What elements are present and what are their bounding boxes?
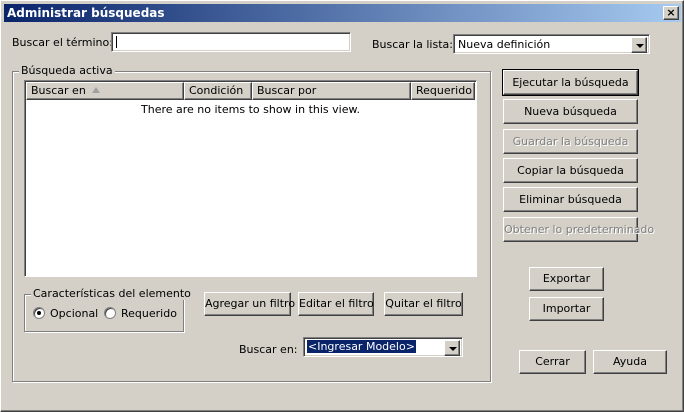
radio-required[interactable] bbox=[104, 307, 116, 319]
chevron-down-icon[interactable] bbox=[631, 37, 647, 53]
element-features-legend: Características del elemento bbox=[31, 287, 193, 300]
empty-list-message: There are no items to show in this view. bbox=[141, 103, 360, 116]
column-label: Buscar por bbox=[257, 84, 317, 97]
criteria-list[interactable]: Buscar en Condición Buscar por Requerido… bbox=[24, 80, 477, 277]
active-search-legend: Búsqueda activa bbox=[19, 64, 115, 77]
search-in-selected-text: <Ingresar Modelo> bbox=[307, 340, 416, 353]
close-button[interactable]: Cerrar bbox=[519, 350, 586, 374]
new-search-button[interactable]: Nueva búsqueda bbox=[503, 99, 638, 124]
column-header-search-in[interactable]: Buscar en bbox=[26, 82, 184, 100]
chevron-down-icon[interactable] bbox=[444, 340, 460, 356]
search-term-label: Buscar el término: bbox=[12, 36, 113, 49]
column-label: Buscar en bbox=[31, 84, 86, 97]
copy-search-button[interactable]: Copiar la búsqueda bbox=[503, 158, 638, 183]
export-button[interactable]: Exportar bbox=[529, 267, 604, 291]
manage-searches-dialog: Administrar búsquedas × Buscar el términ… bbox=[0, 0, 684, 412]
title-bar[interactable]: Administrar búsquedas × bbox=[4, 4, 681, 22]
search-list-label: Buscar la lista: bbox=[372, 38, 453, 51]
radio-optional[interactable] bbox=[33, 307, 45, 319]
column-label: Requerido bbox=[416, 84, 472, 97]
get-defaults-button[interactable]: Obtener lo predeterminado bbox=[503, 217, 654, 242]
delete-search-button[interactable]: Eliminar búsqueda bbox=[503, 187, 638, 212]
column-header-condition[interactable]: Condición bbox=[184, 82, 252, 100]
edit-filter-button[interactable]: Editar el filtro bbox=[298, 292, 374, 316]
search-term-input[interactable] bbox=[111, 32, 351, 52]
radio-optional-label[interactable]: Opcional bbox=[50, 307, 98, 320]
search-list-select[interactable]: Nueva definición bbox=[453, 34, 650, 54]
search-in-value: <Ingresar Modelo> bbox=[307, 340, 416, 353]
search-in-select[interactable]: <Ingresar Modelo> bbox=[303, 337, 463, 357]
search-in-label: Buscar en: bbox=[239, 343, 298, 356]
save-search-button[interactable]: Guardar la búsqueda bbox=[503, 129, 638, 154]
column-header-required[interactable]: Requerido bbox=[411, 82, 475, 100]
radio-selected-dot bbox=[37, 311, 41, 315]
column-label: Condición bbox=[189, 84, 244, 97]
import-button[interactable]: Importar bbox=[529, 297, 604, 321]
run-search-button[interactable]: Ejecutar la búsqueda bbox=[502, 69, 639, 96]
close-icon[interactable]: × bbox=[663, 6, 679, 20]
text-caret bbox=[116, 36, 117, 48]
window-title: Administrar búsquedas bbox=[7, 6, 165, 20]
remove-filter-button[interactable]: Quitar el filtro bbox=[384, 292, 463, 316]
help-button[interactable]: Ayuda bbox=[593, 350, 667, 374]
search-list-value: Nueva definición bbox=[458, 38, 551, 51]
add-filter-button[interactable]: Agregar un filtro bbox=[204, 292, 295, 316]
column-header-search-by[interactable]: Buscar por bbox=[252, 82, 411, 100]
radio-required-label[interactable]: Requerido bbox=[121, 307, 177, 320]
sort-ascending-icon bbox=[91, 87, 100, 93]
